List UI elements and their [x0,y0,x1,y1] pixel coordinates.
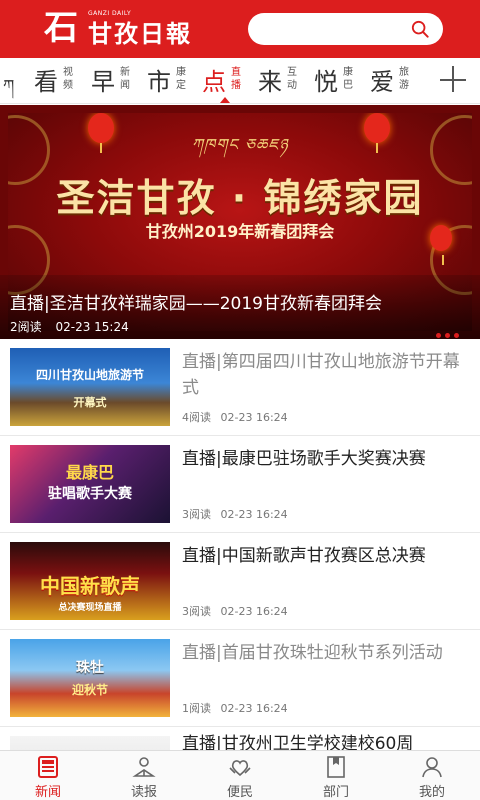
timestamp: 02-23 15:24 [55,320,129,334]
service-icon [229,760,251,777]
news-icon [38,756,58,778]
list-item[interactable]: 珠牡 迎秋节 直播|首届甘孜珠牡迎秋节系列活动 1阅读 02-23 16:24 [0,630,480,727]
channel-sub: 康定 [176,67,186,91]
channel-sub: 互动 [287,67,297,91]
carousel-dot [454,333,459,338]
thumbnail-subcaption: 驻唱歌手大赛 [48,486,132,502]
banner-tibetan-text: ཀཁགང ཅཆཇཉ [191,135,289,154]
carousel-dot [445,333,450,338]
nav-label: 新闻 [34,785,61,800]
item-meta: 1阅读 02-23 16:24 [182,700,294,716]
logo-mark: 石 [44,8,78,48]
banner-caption[interactable]: 直播|圣洁甘孜祥瑞家园——2019甘孜新春团拜会 [10,289,382,314]
banner-title: 圣洁甘孜 · 锦绣家园 [56,176,424,220]
read-count: 4阅读 [182,411,211,424]
read-count: 3阅读 [182,605,211,618]
list-item[interactable]: 中国新歌声 总决赛现场直播 直播|中国新歌声甘孜赛区总决赛 3阅读 02-23 … [0,533,480,630]
item-meta: 3阅读 02-23 16:24 [182,506,294,522]
app-header: 石 GANZI DAILY 甘孜日報 [0,0,480,58]
channel-sub: 视频 [63,67,73,91]
thumbnail-subcaption: 开幕式 [73,396,107,409]
logo-title: 甘孜日報 [88,19,192,48]
banner-subtitle: 甘孜州2019年新春团拜会 [145,222,335,241]
nav-label: 读报 [130,785,157,800]
active-indicator-icon [220,97,230,103]
list-item[interactable]: 最康巴 驻唱歌手大赛 直播|最康巴驻场歌手大奖赛决赛 3阅读 02-23 16:… [0,436,480,533]
read-count: 1阅读 [182,702,211,715]
featured-banner[interactable]: ཀཁགང ཅཆཇཉ 圣洁甘孜 · 锦绣家园 甘孜州2019年新春团拜会 直播|圣… [0,105,480,339]
list-item[interactable]: 四川甘孜山地旅游节 开幕式 直播|第四届四川甘孜山地旅游节开幕式 4阅读 02-… [0,339,480,436]
thumbnail-image [10,736,170,750]
nav-news[interactable]: 新闻 [0,751,96,800]
search-icon[interactable] [411,20,429,38]
read-count: 3阅读 [182,508,211,521]
thumbnail-image: 最康巴 驻唱歌手大赛 [10,445,170,523]
thumbnail-caption: 珠牡 [76,660,104,676]
item-title: 直播|首届甘孜珠牡迎秋节系列活动 [182,643,443,663]
channel-char: 爱 [370,68,394,96]
timestamp: 02-23 16:24 [220,605,288,618]
timestamp: 02-23 16:24 [220,411,288,424]
item-title: 直播|甘孜州卫生学校建校60周 [182,734,414,750]
thumbnail-caption: 中国新歌声 [40,574,140,598]
carousel-indicator [436,323,466,338]
profile-icon [422,757,442,778]
timestamp: 02-23 16:24 [220,702,288,715]
plus-icon[interactable] [440,66,468,94]
nav-label: 我的 [418,785,445,800]
nav-service[interactable]: 便民 [192,751,288,800]
channel-char: 来 [258,68,282,96]
thumbnail-image: 中国新歌声 总决赛现场直播 [10,542,170,620]
nav-profile[interactable]: 我的 [384,751,480,800]
timestamp: 02-23 16:24 [220,508,288,521]
item-title: 直播|中国新歌声甘孜赛区总决赛 [182,546,426,566]
app-logo: 石 GANZI DAILY 甘孜日報 [44,8,234,48]
channel-sub: 旅游 [399,67,409,91]
search-bar[interactable] [248,13,443,45]
item-meta: 3阅读 02-23 16:24 [182,603,294,619]
thumbnail-image: 珠牡 迎秋节 [10,639,170,717]
item-title: 直播|最康巴驻场歌手大奖赛决赛 [182,449,426,469]
channel-char: 市 [147,68,171,96]
channel-char: 点 [202,68,226,96]
read-count: 2阅读 [10,320,42,334]
item-title: 直播|第四届四川甘孜山地旅游节开幕式 [182,352,460,398]
banner-meta: 2阅读 02-23 15:24 [10,318,139,335]
bottom-navigation: 新闻 读报 便民 部门 我的 [0,750,480,800]
thumbnail-caption: 最康巴 [65,463,114,482]
channel-sub: 新闻 [120,67,130,91]
nav-label: 部门 [322,785,349,800]
nav-label: 便民 [226,785,253,800]
channel-sub: 康巴 [343,67,353,91]
read-paper-icon [132,757,156,777]
thumbnail-subcaption: 总决赛现场直播 [58,603,122,613]
nav-department[interactable]: 部门 [288,751,384,800]
channel-bar: ཀ 看 视频 早 新闻 市 康定 点 直播 来 互动 悦 康巴 爱 旅游 [0,58,480,104]
department-icon [327,756,345,778]
item-meta: 4阅读 02-23 16:24 [182,409,294,425]
channel-char: 早 [91,68,115,96]
nav-read-paper[interactable]: 读报 [96,751,192,800]
list-item[interactable]: 直播|甘孜州卫生学校建校60周 [0,727,480,750]
channel-char: 看 [34,68,58,96]
thumbnail-caption: 四川甘孜山地旅游节 [35,368,144,382]
thumbnail-image: 四川甘孜山地旅游节 开幕式 [10,348,170,426]
channel-char: 悦 [314,68,338,96]
thumbnail-subcaption: 迎秋节 [71,683,108,697]
carousel-dot [436,333,441,338]
tibetan-language-toggle[interactable]: ཀ [3,68,25,95]
channel-sub: 直播 [231,67,241,91]
